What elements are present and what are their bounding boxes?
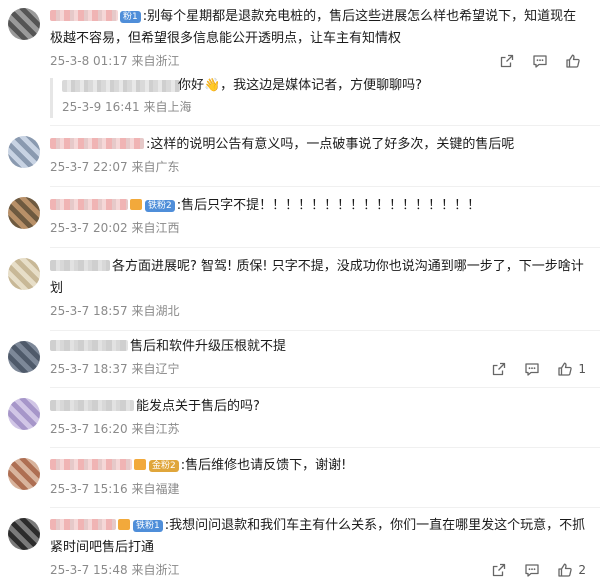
share-icon (500, 54, 514, 68)
fan-badge: 铁粉1 (133, 520, 163, 532)
comment-meta: 25-3-7 18:37 来自辽宁 (50, 361, 179, 377)
comment-location: 来自江苏 (131, 422, 180, 436)
thumbs-up-icon (558, 563, 573, 577)
avatar[interactable] (8, 8, 40, 40)
comment-date: 25-3-7 18:37 (50, 362, 128, 376)
comment-meta: 25-3-8 01:17 来自浙江 (50, 53, 179, 69)
comment-icon (525, 564, 540, 577)
fan-badge: 铁粉2 (145, 200, 175, 212)
username-blurred[interactable] (50, 400, 134, 411)
comment-content: :我想问问退款和我们车主有什么关系，你们一直在哪里发这个玩意，不抓紧时间吧售后打… (50, 518, 586, 555)
vip-icon (134, 459, 146, 470)
comment-meta: 25-3-7 15:16 来自福建 (50, 481, 179, 497)
reply-text: 你好👋，我这边是媒体记者，方便聊聊吗? (178, 78, 423, 93)
comment-content: 能发点关于售后的吗? (136, 399, 260, 414)
username-blurred[interactable] (50, 519, 116, 530)
comment-content: 各方面进展呢? 智驾! 质保! 只字不提，没成功你也说沟通到哪一步了，下一步啥计… (50, 259, 584, 296)
share-button[interactable] (491, 361, 507, 377)
comment-text: 铁粉1:我想问问退款和我们车主有什么关系，你们一直在哪里发这个玩意，不抓紧时间吧… (50, 515, 586, 559)
comment-location: 来自浙江 (131, 563, 180, 577)
share-button[interactable] (499, 53, 515, 69)
comment-location: 来自浙江 (131, 54, 180, 68)
thumbs-up-icon (566, 54, 580, 68)
reply-divider (50, 78, 53, 118)
comment-content: 售后和软件升级压根就不提 (130, 339, 287, 354)
comment-content: :售后只字不提！！！！！！！！！！！！！！！！！ (176, 198, 481, 213)
comment-text: 能发点关于售后的吗? (50, 396, 586, 418)
avatar[interactable] (8, 197, 40, 229)
reply-meta: 25-3-9 16:41 来自上海 (62, 99, 191, 115)
avatar[interactable] (8, 398, 40, 430)
vip-icon (130, 199, 142, 210)
reply-location: 来自上海 (143, 100, 192, 114)
comment-actions: 1 (474, 360, 586, 378)
comment-text: 售后和软件升级压根就不提 (50, 336, 586, 358)
share-button[interactable] (491, 562, 507, 578)
avatar[interactable] (8, 258, 40, 290)
comment-text: :这样的说明公告有意义吗，一点破事说了好多次，关键的售后呢 (50, 134, 586, 156)
divider (50, 186, 600, 187)
avatar[interactable] (8, 458, 40, 490)
vip-icon (118, 519, 130, 530)
comment-date: 25-3-7 15:48 (50, 563, 128, 577)
comment-icon (533, 55, 547, 68)
comment-meta: 25-3-7 16:20 来自江苏 (50, 421, 179, 437)
comment-date: 25-3-7 15:16 (50, 482, 128, 496)
share-icon (493, 563, 506, 577)
divider (50, 125, 600, 126)
username-blurred[interactable] (50, 10, 118, 21)
reply-date: 25-3-9 16:41 (62, 100, 140, 114)
comment-meta: 25-3-7 18:57 来自湖北 (50, 303, 179, 319)
comment-button[interactable] (524, 361, 540, 377)
divider (50, 447, 600, 448)
comment-meta: 25-3-7 20:02 来自江西 (50, 220, 179, 236)
username-blurred[interactable] (50, 199, 128, 210)
username-blurred[interactable] (50, 138, 144, 149)
comment-actions: 2 (474, 561, 586, 579)
like-count: 2 (578, 563, 586, 577)
comment-location: 来自广东 (131, 160, 180, 174)
comment-date: 25-3-8 01:17 (50, 54, 128, 68)
avatar[interactable] (8, 518, 40, 550)
divider (50, 330, 600, 331)
comment-content: :这样的说明公告有意义吗，一点破事说了好多次，关键的售后呢 (146, 137, 515, 152)
comment-location: 来自辽宁 (131, 362, 180, 376)
fan-badge: 金粉2 (149, 460, 179, 472)
comment-location: 来自湖北 (131, 304, 180, 318)
divider (50, 387, 600, 388)
avatar[interactable] (8, 136, 40, 168)
comment-location: 来自江西 (131, 221, 180, 235)
comment-content: :售后维修也请反馈下，谢谢! (180, 458, 347, 473)
like-button[interactable]: 2 (557, 562, 586, 578)
like-button[interactable]: 1 (557, 361, 586, 377)
reply-item: 你好👋，我这边是媒体记者，方便聊聊吗? 25-3-9 16:41 来自上海 (50, 76, 574, 120)
comment-date: 25-3-7 18:57 (50, 304, 128, 318)
username-blurred[interactable] (50, 340, 128, 351)
comment-text: 各方面进展呢? 智驾! 质保! 只字不提，没成功你也说沟通到哪一步了，下一步啥计… (50, 256, 586, 300)
comment-location: 来自福建 (131, 482, 180, 496)
share-icon (493, 362, 506, 376)
username-blurred[interactable] (50, 459, 132, 470)
comment-date: 25-3-7 20:02 (50, 221, 128, 235)
thumbs-up-icon (558, 362, 573, 376)
reply-username-blurred[interactable] (62, 80, 180, 92)
comment-button[interactable] (524, 562, 540, 578)
avatar[interactable] (8, 341, 40, 373)
divider (50, 507, 600, 508)
comment-actions (482, 52, 586, 70)
comment-text: 粉1:别每个星期都是退款充电桩的，售后这些进展怎么样也希望说下，知道现在极越不容… (50, 6, 586, 50)
comment-meta: 25-3-7 15:48 来自浙江 (50, 562, 179, 578)
fan-badge: 粉1 (120, 11, 141, 23)
divider (50, 247, 600, 248)
comment-icon (525, 363, 540, 376)
comment-date: 25-3-7 16:20 (50, 422, 128, 436)
like-count: 1 (578, 362, 586, 376)
comment-button[interactable] (532, 53, 548, 69)
like-button[interactable] (565, 53, 586, 69)
comment-text: 铁粉2:售后只字不提！！！！！！！！！！！！！！！！！ (50, 195, 586, 217)
comment-meta: 25-3-7 22:07 来自广东 (50, 159, 179, 175)
comment-text: 金粉2:售后维修也请反馈下，谢谢! (50, 455, 586, 477)
comment-date: 25-3-7 22:07 (50, 160, 128, 174)
username-blurred[interactable] (50, 260, 110, 271)
